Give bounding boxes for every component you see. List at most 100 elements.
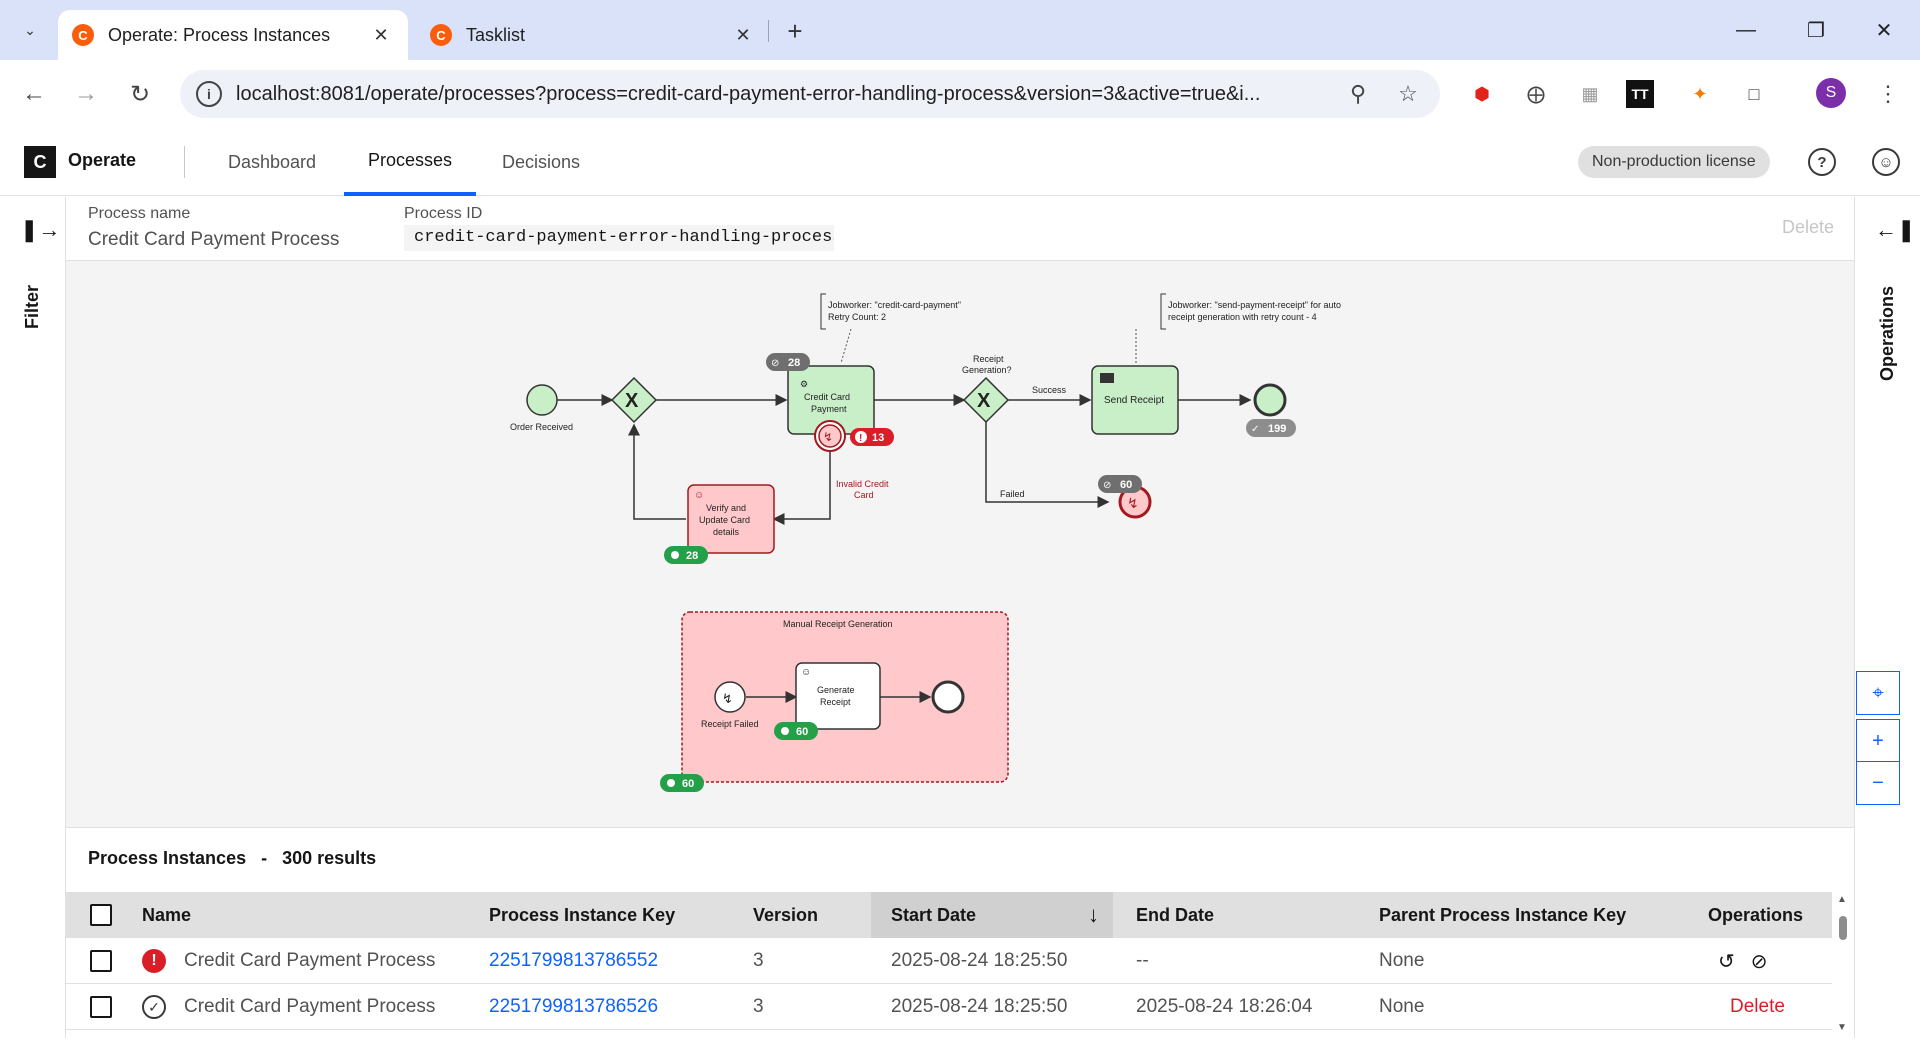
svg-text:X: X	[977, 390, 991, 412]
badge-active-verify[interactable]: 28	[664, 546, 708, 564]
new-tab-button[interactable]: +	[778, 14, 812, 48]
annotation-line: Retry Count: 2	[828, 312, 886, 322]
select-all-checkbox[interactable]	[90, 904, 112, 926]
badge-completed-end[interactable]: ✓ 199	[1246, 419, 1296, 437]
task-verify-update-card[interactable]: ☺ Verify and Update Card details	[687, 484, 775, 554]
badge-active-subprocess[interactable]: 60	[660, 774, 704, 792]
expand-panel-icon[interactable]: ❚→	[20, 217, 60, 243]
nav-dashboard[interactable]: Dashboard	[204, 128, 340, 196]
help-icon[interactable]: ?	[1808, 148, 1836, 176]
scroll-down-icon[interactable]: ▼	[1837, 1022, 1847, 1033]
scroll-up-icon[interactable]: ▲	[1837, 894, 1847, 905]
extensions-puzzle-icon[interactable]: □	[1736, 76, 1772, 112]
camunda-logo[interactable]: C	[24, 146, 56, 178]
tab-tasklist[interactable]: C Tasklist ✕	[418, 10, 770, 60]
filter-panel-collapsed[interactable]: ❚→ Filter	[0, 197, 66, 1038]
end-event[interactable]	[1253, 383, 1287, 417]
tab-search-button[interactable]: ⌄	[12, 14, 48, 46]
subprocess-manual-receipt[interactable]: Manual Receipt Generation ↯ Receipt Fail…	[681, 611, 1009, 783]
tab-separator	[768, 20, 769, 42]
column-header-start-date[interactable]: Start Date ↓	[871, 892, 1113, 938]
reader-extension-icon[interactable]: ▦	[1572, 76, 1608, 112]
start-event-order-received[interactable]: Order Received	[510, 384, 573, 432]
table-scrollbar[interactable]: ▲ ▼	[1832, 892, 1854, 1039]
address-bar[interactable]: i localhost:8081/operate/processes?proce…	[180, 70, 1440, 118]
back-button[interactable]: ←	[14, 74, 54, 114]
bpmn-canvas[interactable]: Jobworker: "credit-card-payment" Retry C…	[66, 261, 1854, 827]
bpmn-diagram[interactable]: Jobworker: "credit-card-payment" Retry C…	[66, 261, 1900, 827]
badge-active-generate[interactable]: 60	[774, 722, 818, 740]
process-instances-section: Process Instances - 300 results Name Pro…	[66, 827, 1854, 1039]
profile-avatar[interactable]: S	[1816, 78, 1846, 108]
badge-count: 28	[686, 550, 698, 562]
error-icon: ↯	[722, 691, 733, 706]
bookmark-star-icon[interactable]: ☆	[1390, 76, 1426, 112]
browser-toolbar: ← → ↻ i localhost:8081/operate/processes…	[0, 60, 1920, 128]
cell-start-date: 2025-08-24 18:25:50	[891, 950, 1068, 971]
row-checkbox[interactable]	[90, 996, 112, 1018]
scroll-thumb[interactable]	[1839, 916, 1847, 940]
nav-decisions[interactable]: Decisions	[478, 128, 604, 196]
license-tag[interactable]: Non-production license	[1578, 146, 1770, 178]
cell-parent-key: None	[1379, 996, 1425, 1017]
reset-diagram-button[interactable]: ⌖	[1856, 671, 1900, 715]
close-icon[interactable]: ✕	[728, 20, 758, 50]
table-row[interactable]: ! Credit Card Payment Process 2251799813…	[66, 938, 1832, 984]
operations-panel-collapsed[interactable]: ←❚ Operations	[1854, 197, 1920, 1038]
column-header-end-date[interactable]: End Date	[1136, 892, 1214, 938]
delete-instance-button[interactable]: Delete	[1730, 984, 1785, 1030]
expand-panel-icon[interactable]: ←❚	[1875, 217, 1915, 243]
zoom-out-button[interactable]: −	[1856, 761, 1900, 805]
tab-title: Operate: Process Instances	[108, 24, 331, 45]
close-window-button[interactable]: ✕	[1866, 12, 1902, 48]
tab-operate[interactable]: C Operate: Process Instances ✕	[58, 10, 408, 60]
cell-instance-key-link[interactable]: 2251799813786552	[489, 938, 658, 984]
column-header-key[interactable]: Process Instance Key	[489, 892, 675, 938]
table-row[interactable]: ✓ Credit Card Payment Process 2251799813…	[66, 984, 1832, 1030]
row-checkbox[interactable]	[90, 950, 112, 972]
cancel-icon[interactable]: ⊘	[1751, 949, 1768, 974]
retry-icon[interactable]: ↺	[1718, 949, 1735, 974]
instances-title-text: Process Instances	[88, 848, 247, 868]
column-header-parent-key[interactable]: Parent Process Instance Key	[1379, 892, 1626, 938]
column-header-name[interactable]: Name	[142, 892, 191, 938]
flow-label-invalid: Invalid Credit	[836, 479, 889, 489]
exclusive-gateway-1[interactable]: X	[610, 376, 658, 424]
header-divider	[184, 146, 185, 178]
cell-version: 3	[753, 996, 764, 1017]
site-info-icon[interactable]: i	[196, 81, 222, 107]
badge-canceled-error-end[interactable]: ⊘ 60	[1098, 475, 1142, 493]
devtools-extension-icon[interactable]: ⨁	[1518, 76, 1554, 112]
adblock-extension-icon[interactable]: ⬢	[1464, 76, 1500, 112]
subprocess-end-event[interactable]	[931, 680, 965, 714]
nav-processes[interactable]: Processes	[344, 128, 477, 196]
results-count: 300 results	[282, 848, 377, 868]
process-id-label: Process ID	[404, 205, 483, 222]
task-label: Receipt	[820, 697, 851, 707]
operations-label[interactable]: Operations	[1877, 286, 1898, 381]
badge-incidents-credit-card[interactable]: ! 13	[850, 428, 894, 446]
url-text[interactable]: localhost:8081/operate/processes?process…	[236, 83, 1326, 106]
forward-button[interactable]: →	[66, 74, 106, 114]
reload-button[interactable]: ↻	[120, 74, 160, 114]
zoom-in-button[interactable]: +	[1856, 719, 1900, 763]
zoom-icon[interactable]: ⚲	[1340, 76, 1376, 112]
task-label: Update Card	[699, 515, 750, 525]
chrome-menu-icon[interactable]: ⋮	[1870, 76, 1906, 112]
restore-button[interactable]: ❐	[1798, 12, 1834, 48]
cell-instance-key-link[interactable]: 2251799813786526	[489, 984, 658, 1030]
tt-extension-icon[interactable]: TT	[1626, 80, 1654, 108]
sort-descending-icon[interactable]: ↓	[1088, 902, 1099, 928]
svg-text:✓: ✓	[1251, 424, 1259, 435]
delete-definition-button[interactable]: Delete	[1782, 217, 1834, 238]
column-header-version[interactable]: Version	[753, 892, 818, 938]
app-name[interactable]: Operate	[68, 150, 136, 171]
exclusive-gateway-receipt[interactable]: X Receipt Generation?	[962, 354, 1012, 424]
close-icon[interactable]: ✕	[366, 20, 396, 50]
minimize-button[interactable]: —	[1728, 12, 1764, 48]
fire-extension-icon[interactable]: ✦	[1682, 76, 1718, 112]
filter-label[interactable]: Filter	[22, 285, 43, 329]
task-send-receipt[interactable]: Send Receipt	[1091, 365, 1179, 435]
user-icon[interactable]: ☺	[1872, 148, 1900, 176]
badge-canceled-credit-card[interactable]: ⊘ 28	[766, 353, 810, 371]
